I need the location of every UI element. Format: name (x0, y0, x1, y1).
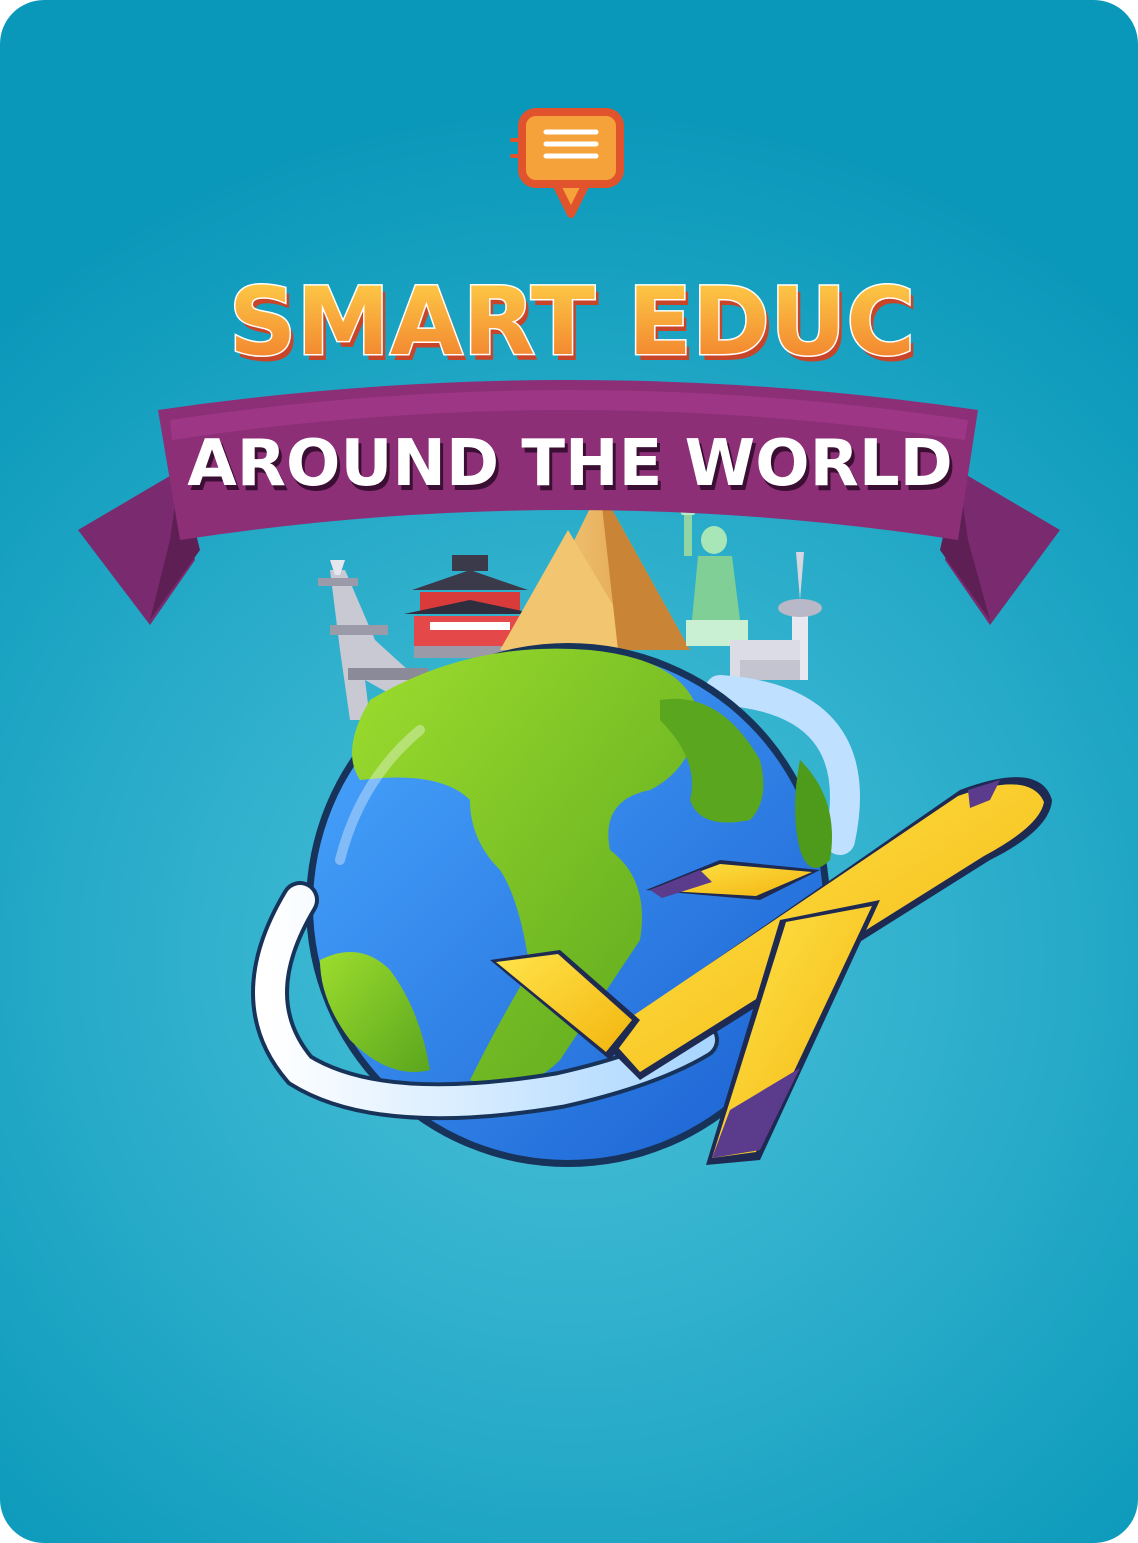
page-title: SMART EDUC (229, 268, 916, 377)
app-card: SMART EDUC SMART EDUC AROUND THE WORLD A… (0, 0, 1138, 1543)
statue-of-liberty-icon (676, 505, 748, 646)
illustration-canvas: SMART EDUC SMART EDUC AROUND THE WORLD A… (78, 108, 1060, 1167)
cn-tower-icon (730, 552, 822, 680)
banner-text: AROUND THE WORLD (187, 427, 953, 501)
chat-bubble-icon (510, 108, 624, 218)
pyramids-icon (500, 488, 690, 650)
